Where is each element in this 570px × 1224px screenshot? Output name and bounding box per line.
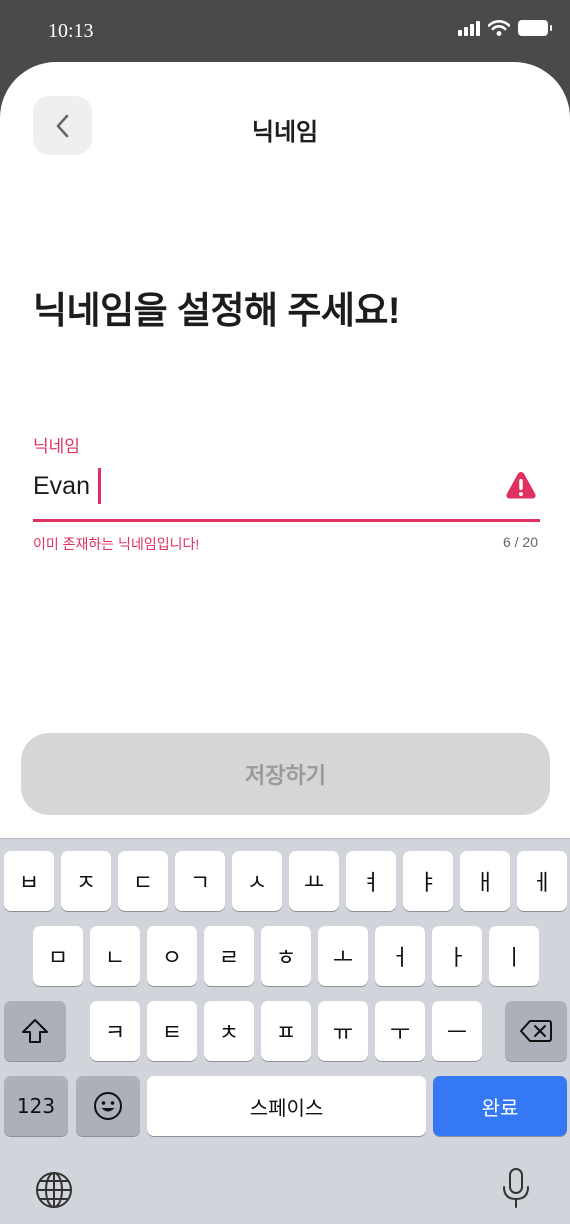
key-ㅍ[interactable]: ㅍ [261, 1001, 311, 1061]
emoji-icon [94, 1092, 122, 1120]
delete-key[interactable] [505, 1001, 567, 1061]
key-ㅛ[interactable]: ㅛ [289, 851, 339, 911]
key-ㅓ[interactable]: ㅓ [375, 926, 425, 986]
page-title: 닉네임 [251, 119, 319, 146]
key-ㅠ[interactable]: ㅠ [318, 1001, 368, 1061]
emoji-key[interactable] [76, 1076, 140, 1136]
key-ㅗ[interactable]: ㅗ [318, 926, 368, 986]
key-ㅊ[interactable]: ㅊ [204, 1001, 254, 1061]
key-ㅋ[interactable]: ㅋ [90, 1001, 140, 1061]
cellular-signal-icon [458, 20, 480, 36]
key-ㅂ[interactable]: ㅂ [4, 851, 54, 911]
text-caret [98, 468, 101, 504]
key-ㅣ[interactable]: ㅣ [489, 926, 539, 986]
nickname-label: 닉네임 [33, 437, 80, 456]
keyboard: ㅂ ㅈ ㄷ ㄱ ㅅ ㅛ ㅕ ㅑ ㅐ ㅔ ㅁ ㄴ ㅇ ㄹ ㅎ ㅗ ㅓ ㅏ ㅣ ㅋ … [0, 838, 570, 1224]
character-counter: 6 / 20 [502, 534, 538, 550]
key-ㅇ[interactable]: ㅇ [147, 926, 197, 986]
key-ㄷ[interactable]: ㄷ [118, 851, 168, 911]
key-ㅜ[interactable]: ㅜ [375, 1001, 425, 1061]
key-ㅔ[interactable]: ㅔ [517, 851, 567, 911]
save-button[interactable]: 저장하기 [21, 733, 550, 815]
wifi-icon [488, 20, 510, 36]
space-key[interactable]: 스페이스 [147, 1076, 426, 1136]
status-time: 10:13 [48, 20, 94, 42]
backspace-icon [520, 1020, 552, 1042]
headline: 닉네임을 설정해 주세요! [33, 290, 400, 331]
nickname-input[interactable]: Evan [33, 460, 540, 522]
key-ㅌ[interactable]: ㅌ [147, 1001, 197, 1061]
key-ㅑ[interactable]: ㅑ [403, 851, 453, 911]
globe-icon[interactable] [35, 1171, 73, 1209]
key-ㄴ[interactable]: ㄴ [90, 926, 140, 986]
key-ㅁ[interactable]: ㅁ [33, 926, 83, 986]
done-key[interactable]: 완료 [433, 1076, 567, 1136]
status-bar: 10:13 [0, 0, 570, 62]
battery-icon [518, 20, 552, 36]
status-icons [458, 20, 552, 36]
key-ㅐ[interactable]: ㅐ [460, 851, 510, 911]
numbers-key[interactable]: 123 [4, 1076, 68, 1136]
key-ㄹ[interactable]: ㄹ [204, 926, 254, 986]
nickname-value[interactable]: Evan [33, 472, 90, 501]
key-ㅎ[interactable]: ㅎ [261, 926, 311, 986]
error-message: 이미 존재하는 닉네임입니다! [33, 536, 200, 552]
shift-key[interactable] [4, 1001, 66, 1061]
warning-icon [506, 472, 536, 499]
key-ㅡ[interactable]: ㅡ [432, 1001, 482, 1061]
key-ㅅ[interactable]: ㅅ [232, 851, 282, 911]
key-ㅏ[interactable]: ㅏ [432, 926, 482, 986]
key-ㅕ[interactable]: ㅕ [346, 851, 396, 911]
key-ㅈ[interactable]: ㅈ [61, 851, 111, 911]
key-ㄱ[interactable]: ㄱ [175, 851, 225, 911]
microphone-icon[interactable] [500, 1167, 532, 1209]
shift-icon [22, 1019, 48, 1043]
